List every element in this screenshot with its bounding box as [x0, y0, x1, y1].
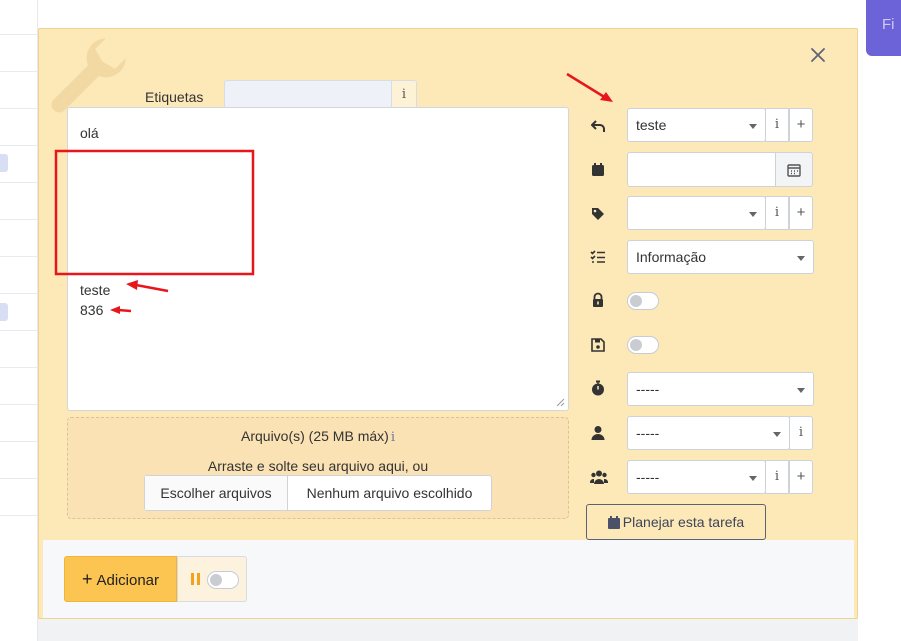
- reply-info-button[interactable]: i: [765, 108, 789, 142]
- no-file-chosen-text: Nenhum arquivo escolhido: [306, 485, 473, 501]
- upload-title-text: Arquivo(s) (25 MB máx): [241, 428, 389, 444]
- user-select[interactable]: -----: [627, 416, 790, 450]
- timer-select[interactable]: -----: [627, 372, 814, 406]
- resize-handle-icon[interactable]: [556, 398, 565, 407]
- group-add-button[interactable]: +: [789, 460, 813, 494]
- plan-task-label: Planejar esta tarefa: [622, 514, 745, 530]
- add-button[interactable]: + Adicionar: [64, 556, 177, 602]
- calendar-icon: [787, 164, 801, 177]
- stopwatch-icon: [592, 380, 604, 396]
- user-select-value: -----: [636, 425, 660, 441]
- tag-icon: [592, 208, 604, 220]
- pause-toggle[interactable]: [207, 571, 239, 589]
- choose-files-button[interactable]: Escolher arquivos: [145, 476, 288, 510]
- file-input[interactable]: Escolher arquivos Nenhum arquivo escolhi…: [144, 475, 492, 511]
- reply-select-value: teste: [636, 117, 667, 133]
- tag-add-button[interactable]: +: [789, 196, 813, 230]
- tags-label: Etiquetas: [145, 89, 204, 105]
- modal-footer: + Adicionar: [43, 540, 854, 618]
- save-icon: [591, 338, 605, 352]
- task-modal: Etiquetas i olá teste 836 Arquivo(s) (25…: [38, 28, 858, 619]
- lock-icon: [593, 292, 603, 307]
- calendar-icon: [607, 516, 620, 529]
- reply-add-button[interactable]: +: [789, 108, 813, 142]
- tags-input[interactable]: [224, 80, 392, 110]
- type-select-value: Informação: [636, 249, 707, 265]
- file-dropzone[interactable]: Arquivo(s) (25 MB máx) i Arraste e solte …: [67, 417, 569, 519]
- lock-toggle[interactable]: [627, 292, 659, 310]
- background-page-top: [38, 0, 901, 28]
- add-button-label: Adicionar: [96, 572, 160, 589]
- plus-icon: +: [81, 569, 93, 589]
- tags-info-button[interactable]: i: [391, 80, 417, 110]
- reply-icon: [591, 120, 605, 132]
- corner-button[interactable]: Fi: [866, 0, 901, 56]
- group-select[interactable]: -----: [627, 460, 766, 494]
- description-editor[interactable]: olá teste 836: [67, 107, 569, 411]
- group-info-button[interactable]: i: [765, 460, 789, 494]
- editor-line: teste: [80, 282, 111, 298]
- users-icon: [590, 470, 608, 484]
- group-select-value: -----: [636, 469, 660, 485]
- user-info-button[interactable]: i: [789, 416, 813, 450]
- calendar-icon: [592, 163, 604, 176]
- type-select[interactable]: Informação: [627, 240, 814, 274]
- timer-select-value: -----: [636, 381, 660, 397]
- close-icon[interactable]: [809, 45, 827, 65]
- user-icon: [591, 426, 605, 440]
- pause-icon: [191, 573, 201, 586]
- upload-title: Arquivo(s) (25 MB máx) i: [68, 428, 568, 445]
- upload-info-icon[interactable]: i: [391, 430, 395, 445]
- editor-line: 836: [80, 302, 104, 318]
- background-page-right: [858, 28, 901, 641]
- upload-hint: Arraste e solte seu arquivo aqui, ou: [207, 458, 429, 474]
- editor-line: olá: [80, 125, 99, 141]
- background-page-left: [0, 0, 38, 641]
- reply-select[interactable]: teste: [627, 108, 766, 142]
- plan-task-button[interactable]: Planejar esta tarefa: [586, 504, 766, 540]
- checklist-icon: [590, 250, 605, 263]
- tag-info-button[interactable]: i: [765, 196, 789, 230]
- tag-select[interactable]: [627, 196, 766, 230]
- date-input[interactable]: [627, 152, 777, 187]
- date-picker-button[interactable]: [775, 152, 813, 187]
- pause-group: [177, 556, 247, 602]
- save-toggle[interactable]: [627, 336, 659, 354]
